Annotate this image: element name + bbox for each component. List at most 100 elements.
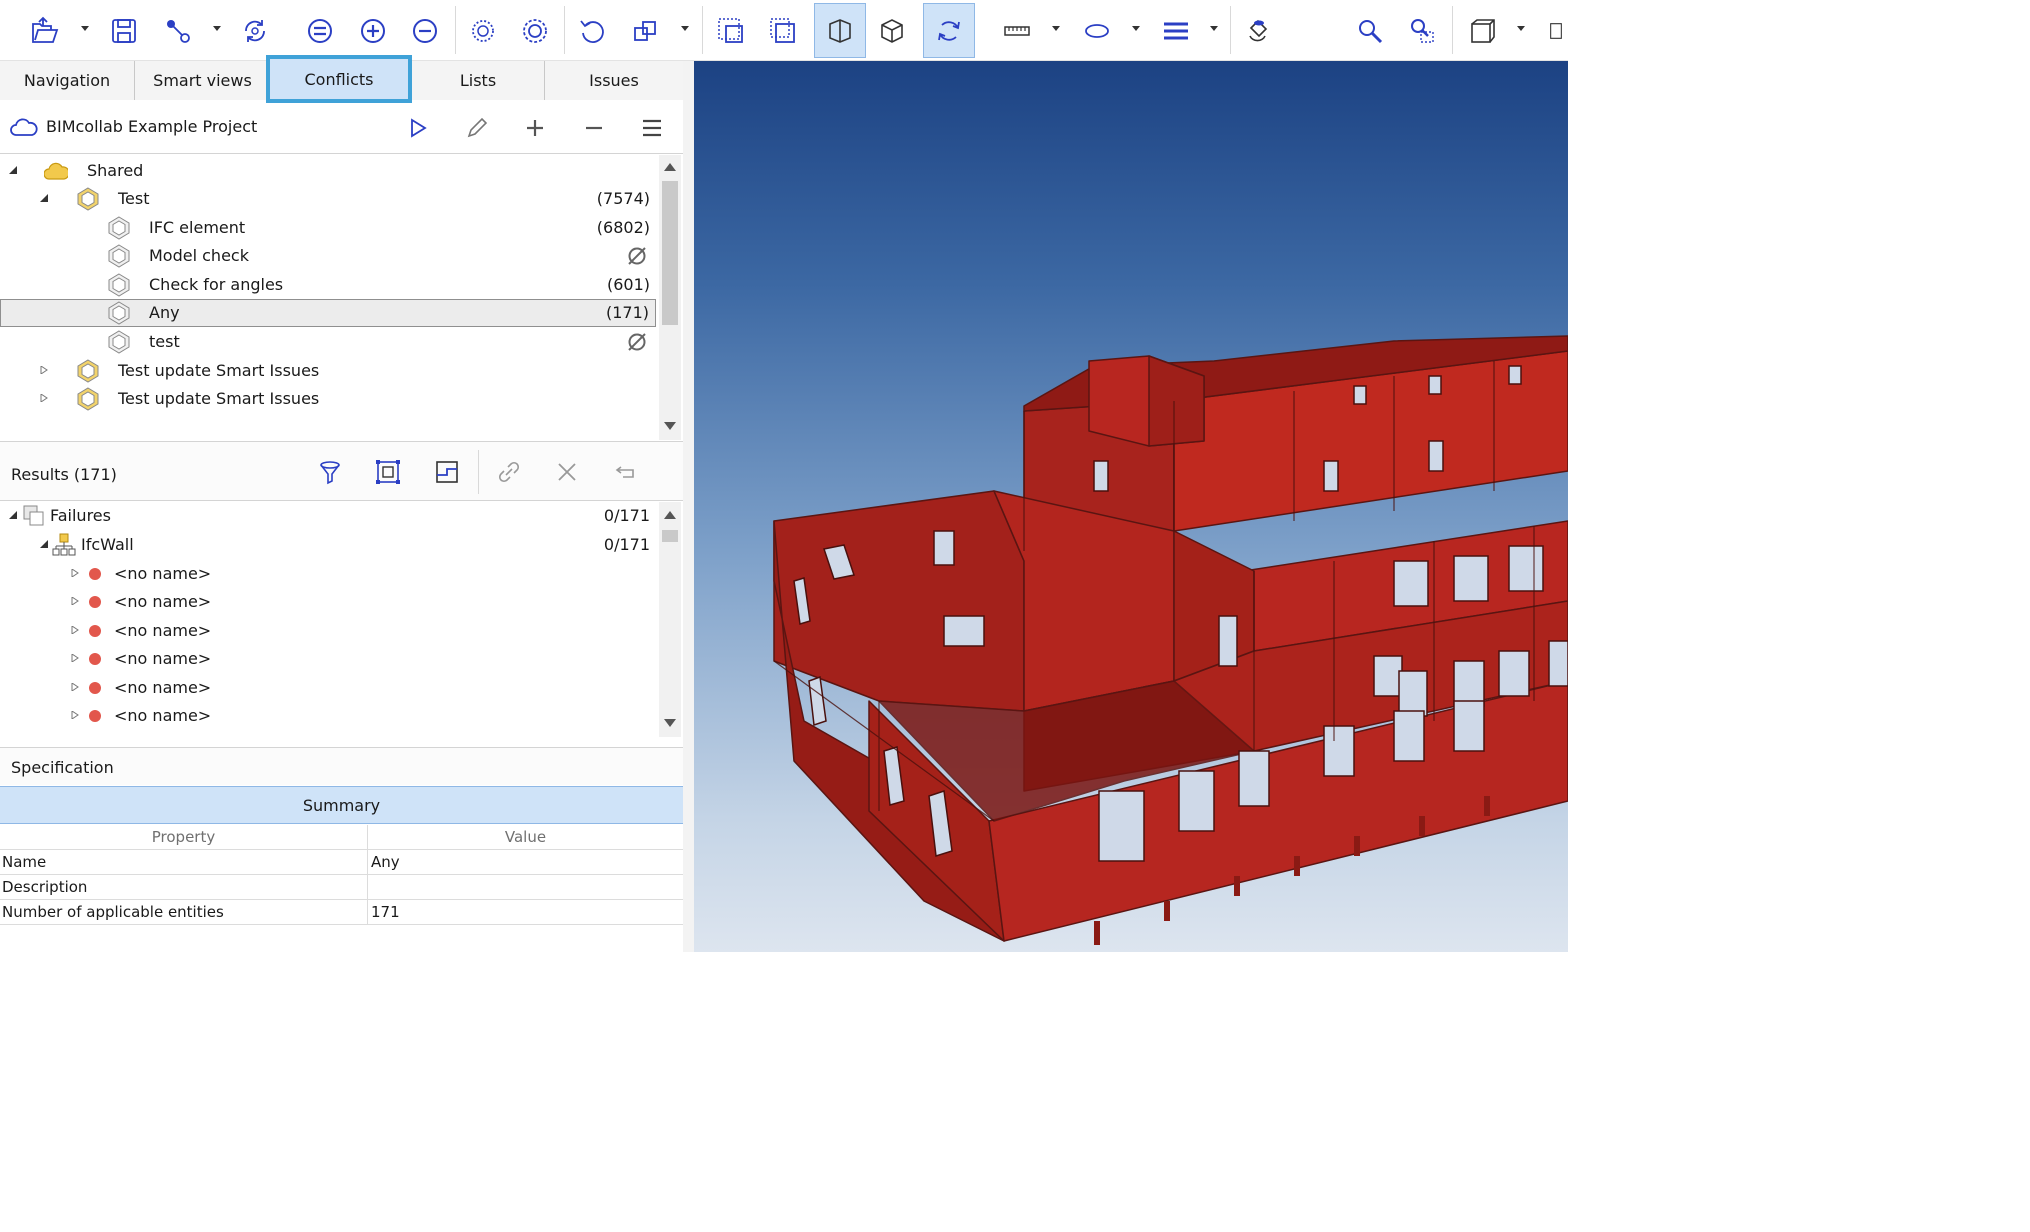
collapsed-arrow-icon[interactable]: [71, 683, 79, 691]
result-item-ifcwall[interactable]: IfcWall 0/171: [0, 531, 656, 559]
tree-scrollbar[interactable]: [659, 155, 681, 440]
tab-conflicts[interactable]: Conflicts: [266, 55, 412, 103]
zoom-extents-icon[interactable]: [705, 3, 757, 58]
tree-item-shared[interactable]: Shared: [0, 157, 656, 185]
chevron-down-icon[interactable]: [1516, 24, 1526, 34]
result-item-no-name[interactable]: <no name>: [0, 560, 656, 588]
chevron-down-icon[interactable]: [1209, 24, 1219, 34]
collapsed-arrow-icon[interactable]: [40, 366, 48, 374]
filter-icon[interactable]: [314, 456, 346, 488]
tab-navigation[interactable]: Navigation: [0, 61, 135, 100]
frame-selection-icon[interactable]: [372, 456, 404, 488]
scroll-thumb[interactable]: [662, 181, 678, 325]
smart-issue-icon: [77, 359, 99, 383]
cube-view-icon[interactable]: [866, 3, 918, 58]
tab-smart-views[interactable]: Smart views: [135, 61, 271, 100]
zoom-selected-icon[interactable]: [757, 3, 809, 58]
3d-viewport[interactable]: [694, 61, 1568, 952]
orbit-icon[interactable]: [923, 3, 975, 58]
building-model[interactable]: [694, 61, 1568, 952]
tree-item-test[interactable]: Test (7574): [0, 185, 656, 213]
tree-item-check-for-angles[interactable]: Check for angles (601): [0, 271, 656, 299]
return-icon[interactable]: [610, 456, 642, 488]
menu-lines-icon[interactable]: [1150, 3, 1202, 58]
collapsed-arrow-icon[interactable]: [71, 569, 79, 577]
collapsed-arrow-icon[interactable]: [71, 626, 79, 634]
chevron-down-icon[interactable]: [680, 24, 690, 34]
collapsed-arrow-icon[interactable]: [71, 654, 79, 662]
project-title: BIMcollab Example Project: [46, 117, 258, 136]
property-row[interactable]: Number of applicable entities 171: [0, 900, 683, 925]
connect-icon[interactable]: [152, 3, 204, 58]
plus-circle-icon[interactable]: [347, 3, 399, 58]
chevron-down-icon[interactable]: [80, 24, 90, 34]
minus-circle-icon[interactable]: [399, 3, 451, 58]
save-icon[interactable]: [98, 3, 150, 58]
expanded-arrow-icon[interactable]: [9, 166, 17, 174]
chevron-down-icon[interactable]: [1131, 24, 1141, 34]
tab-issues[interactable]: Issues: [545, 61, 683, 100]
scroll-down-icon[interactable]: [664, 718, 676, 728]
summary-section[interactable]: Summary: [0, 786, 683, 824]
pencil-icon[interactable]: [462, 113, 492, 143]
panel-splitter[interactable]: [683, 61, 694, 952]
undo-icon[interactable]: [566, 3, 618, 58]
equal-circle-icon[interactable]: [294, 3, 346, 58]
smart-issue-icon: [108, 330, 130, 354]
search-selection-icon[interactable]: [1396, 3, 1448, 58]
tree-item-ifc-element[interactable]: IFC element (6802): [0, 214, 656, 242]
tree-item-test-update-1[interactable]: Test update Smart Issues: [0, 357, 656, 385]
tree-item-label: test: [149, 332, 180, 351]
expanded-arrow-icon[interactable]: [9, 511, 17, 519]
result-item-failures[interactable]: Failures 0/171: [0, 502, 656, 530]
scroll-up-icon[interactable]: [664, 510, 676, 520]
perspective-view-icon[interactable]: [814, 3, 866, 58]
result-item-no-name[interactable]: <no name>: [0, 674, 656, 702]
expanded-arrow-icon[interactable]: [40, 540, 48, 548]
sync-icon[interactable]: [229, 3, 281, 58]
collapsed-arrow-icon[interactable]: [40, 394, 48, 402]
property-row[interactable]: Name Any: [0, 850, 683, 875]
paint-bucket-icon[interactable]: [1232, 3, 1284, 58]
collapsed-arrow-icon[interactable]: [71, 597, 79, 605]
expanded-arrow-icon[interactable]: [40, 194, 48, 202]
result-item-no-name[interactable]: <no name>: [0, 588, 656, 616]
empty-set-icon: [628, 333, 646, 351]
section-box-icon[interactable]: [431, 456, 463, 488]
result-item-no-name[interactable]: <no name>: [0, 617, 656, 645]
toolbar-divider: [455, 6, 456, 54]
tab-lists[interactable]: Lists: [412, 61, 545, 100]
link-icon[interactable]: [493, 456, 525, 488]
hamburger-menu-icon[interactable]: [637, 113, 667, 143]
tree-item-test-update-2[interactable]: Test update Smart Issues: [0, 385, 656, 413]
tree-item-any[interactable]: Any (171): [0, 299, 656, 327]
close-icon[interactable]: [551, 456, 583, 488]
select-dotted-circle-icon[interactable]: [457, 3, 509, 58]
result-item-no-name[interactable]: <no name>: [0, 645, 656, 673]
add-icon[interactable]: [520, 113, 550, 143]
isolate-circle-icon[interactable]: [509, 3, 561, 58]
box-view-icon[interactable]: [1456, 3, 1508, 58]
scroll-thumb[interactable]: [662, 530, 678, 542]
collapsed-arrow-icon[interactable]: [71, 711, 79, 719]
tree-item-test-lower[interactable]: test: [0, 328, 656, 356]
tree-item-model-check[interactable]: Model check: [0, 242, 656, 270]
measure-icon[interactable]: [991, 3, 1043, 58]
scroll-up-icon[interactable]: [664, 162, 676, 172]
door-view-icon[interactable]: [1540, 3, 1568, 58]
result-item-label: <no name>: [114, 678, 212, 697]
result-item-no-name[interactable]: <no name>: [0, 702, 656, 730]
search-icon[interactable]: [1344, 3, 1396, 58]
scroll-down-icon[interactable]: [664, 421, 676, 431]
play-icon[interactable]: [403, 113, 433, 143]
remove-icon[interactable]: [579, 113, 609, 143]
open-folder-icon[interactable]: [18, 3, 70, 58]
cloud-icon: [10, 118, 38, 136]
chevron-down-icon[interactable]: [1051, 24, 1061, 34]
section-ellipse-icon[interactable]: [1071, 3, 1123, 58]
property-row[interactable]: Description: [0, 875, 683, 900]
results-scrollbar[interactable]: [659, 502, 681, 737]
chevron-down-icon[interactable]: [212, 24, 222, 34]
layers-icon[interactable]: [620, 3, 672, 58]
toolbar-divider: [564, 6, 565, 54]
